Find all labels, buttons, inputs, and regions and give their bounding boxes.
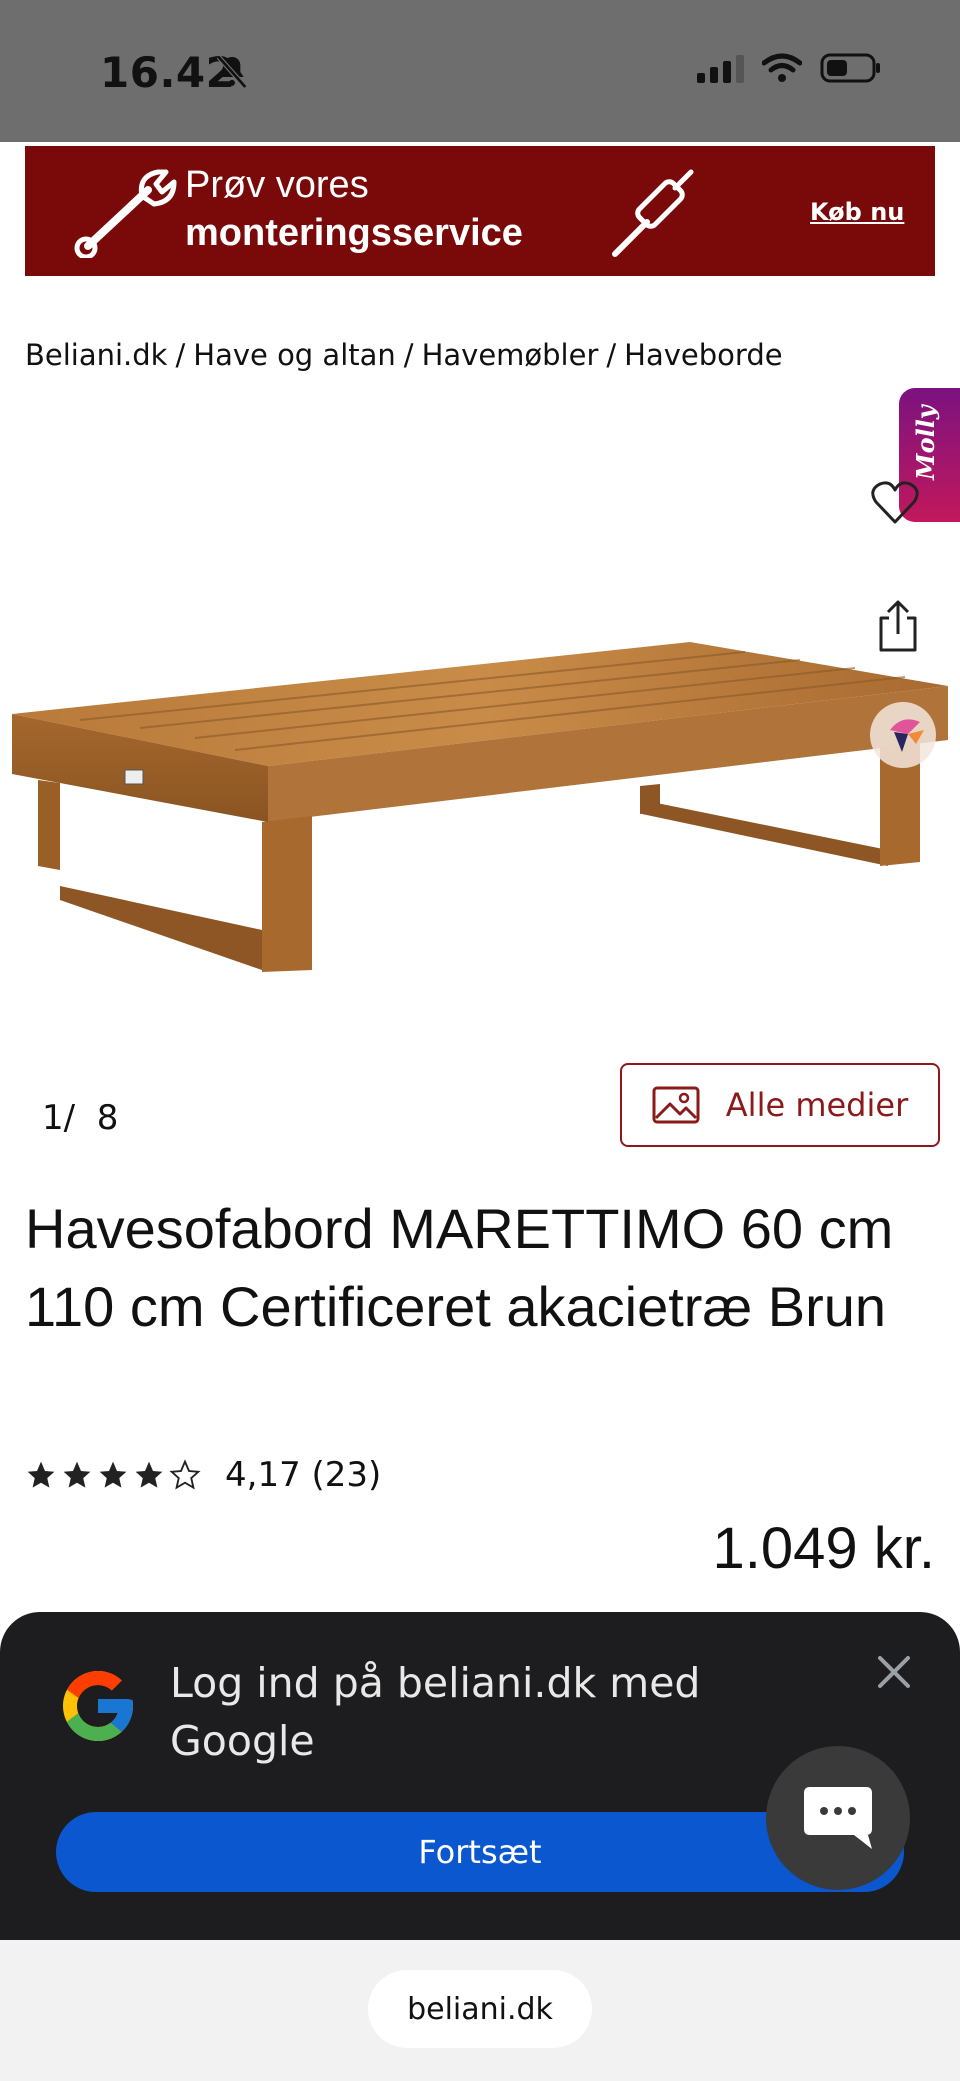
share-icon[interactable] [873,598,923,654]
status-bar: 16.42 [0,0,960,142]
url-bar[interactable]: beliani.dk [368,1970,592,2048]
banner-line-2: monteringsservice [185,212,523,254]
star-filled-icon [27,1461,55,1488]
close-icon[interactable] [874,1652,914,1692]
browser-bottom-bar: beliani.dk [0,1940,960,2081]
assistant-bird-icon[interactable] [868,700,938,770]
battery-icon [820,53,880,83]
product-title: Havesofabord MARETTIMO 60 cm 110 cm Cert… [25,1197,894,1338]
banner-line-1: Prøv vores [185,164,369,206]
breadcrumb-garden-furniture[interactable]: Havemøbler [422,338,599,372]
gallery-counter: 1/ 8 [42,1098,118,1138]
chat-button[interactable] [766,1746,910,1890]
chat-bubble-icon [804,1787,872,1849]
gallery-separator: / [63,1098,76,1138]
bell-muted-icon [216,55,248,89]
breadcrumb-garden[interactable]: Have og altan [193,338,396,372]
all-media-button[interactable]: Alle medier [620,1063,940,1147]
rating-value: 4,17 (23) [225,1455,382,1495]
star-filled-icon [63,1461,91,1488]
google-logo-icon [63,1671,133,1741]
product-rating[interactable]: 4,17 (23) [25,1455,381,1495]
rating-stars [25,1459,201,1491]
star-empty-icon [169,1459,201,1490]
breadcrumb: Beliani.dk / Have og altan / Havemøbler / Have… [25,338,783,372]
banner-buy-link[interactable]: Køb nu [810,198,904,226]
star-filled-icon [135,1461,163,1488]
product-price: 1.049 kr. [712,1516,935,1581]
star-filled-icon [99,1461,127,1488]
promo-banner[interactable]: Prøv vores monteringsservice Køb nu [25,146,935,276]
wrench-icon [74,169,177,258]
gallery-total: 8 [96,1098,119,1138]
google-signin-text: Log ind på beliani.dk med Google [170,1659,701,1765]
all-media-label: Alle medier [725,1086,909,1124]
molly-label: Molly [911,405,940,480]
wifi-icon [762,53,802,82]
image-icon [652,1086,700,1124]
gallery-current: 1 [42,1098,64,1138]
cellular-signal-icon [697,53,744,83]
heart-icon[interactable] [870,478,920,528]
product-image[interactable] [0,600,960,1000]
screwdriver-icon [612,169,694,257]
breadcrumb-home[interactable]: Beliani.dk [25,338,167,372]
breadcrumb-garden-tables[interactable]: Haveborde [624,338,782,372]
